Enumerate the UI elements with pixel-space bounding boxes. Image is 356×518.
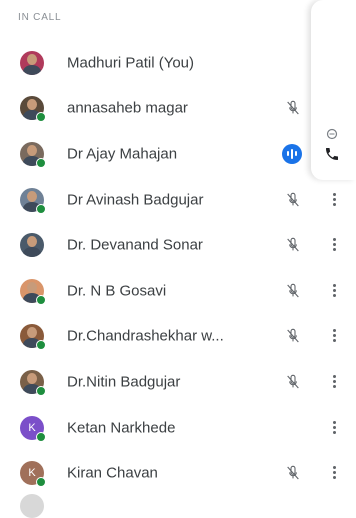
list-item[interactable]: Dr. N B Gosavi [0,268,356,314]
list-item[interactable]: Dr.Chandrashekhar w... [0,314,356,360]
avatar [20,494,44,518]
presence-dot [36,477,46,488]
section-header: IN CALL [18,12,62,23]
participant-name: Dr.Chandrashekhar w... [67,327,224,345]
avatar: K [20,415,46,442]
mic-off-icon [285,237,301,253]
mic-off-icon [285,100,301,116]
list-item[interactable]: Dr.Nitin Badgujar [0,359,356,405]
avatar [20,187,46,214]
more-options-icon[interactable] [332,329,336,343]
presence-dot [36,203,46,214]
more-options-icon[interactable] [332,192,336,207]
presence-dot [36,340,46,351]
participant-name: Ketan Narkhede [67,419,176,437]
list-item[interactable]: K Kiran Chavan [0,450,356,496]
avatar [20,141,46,168]
participant-list: Madhuri Patil (You) annasaheb magar Dr Aja… [0,40,356,496]
more-options-icon[interactable] [332,238,336,252]
participant-name: annasaheb magar [67,99,188,117]
avatar [20,233,44,258]
mic-off-icon [285,374,301,390]
avatar: K [20,461,46,488]
presence-dot [36,294,46,305]
mic-off-icon [285,465,301,481]
participant-name: Dr. N B Gosavi [67,282,167,300]
avatar [20,369,46,396]
list-item[interactable]: K Ketan Narkhede [0,405,356,451]
mic-off-icon [285,328,301,344]
presence-dot [36,385,46,396]
list-item[interactable]: Dr Avinash Badgujar [0,177,356,223]
more-options-icon[interactable] [332,374,336,389]
list-item[interactable]: annasaheb magar [0,86,356,132]
presence-dot [36,112,46,123]
avatar [20,50,44,75]
presence-dot [36,431,46,442]
ring-icon[interactable] [326,128,338,140]
avatar [20,278,46,305]
phone-icon[interactable] [324,146,340,162]
list-item[interactable]: Madhuri Patil (You) [0,40,356,86]
avatar [20,324,46,351]
list-item[interactable]: Dr Ajay Mahajan [0,131,356,177]
speaking-indicator-icon [282,143,302,164]
side-panel [311,0,356,180]
participant-name: Kiran Chavan [67,464,158,482]
avatar-photo [20,50,44,75]
more-options-icon[interactable] [332,466,336,480]
participant-name: Dr Avinash Badgujar [67,191,204,209]
participant-name: Dr Ajay Mahajan [67,145,178,163]
mic-off-icon [285,192,301,208]
more-options-icon[interactable] [332,283,336,298]
presence-dot [36,157,46,168]
mic-off-icon [285,283,301,299]
participant-name: Madhuri Patil (You) [67,54,195,72]
participant-name: Dr.Nitin Badgujar [67,373,181,391]
list-item[interactable]: Dr. Devanand Sonar [0,222,356,268]
participant-name: Dr. Devanand Sonar [67,236,203,254]
avatar [20,96,46,123]
more-options-icon[interactable] [332,420,336,435]
avatar-photo [20,233,44,258]
